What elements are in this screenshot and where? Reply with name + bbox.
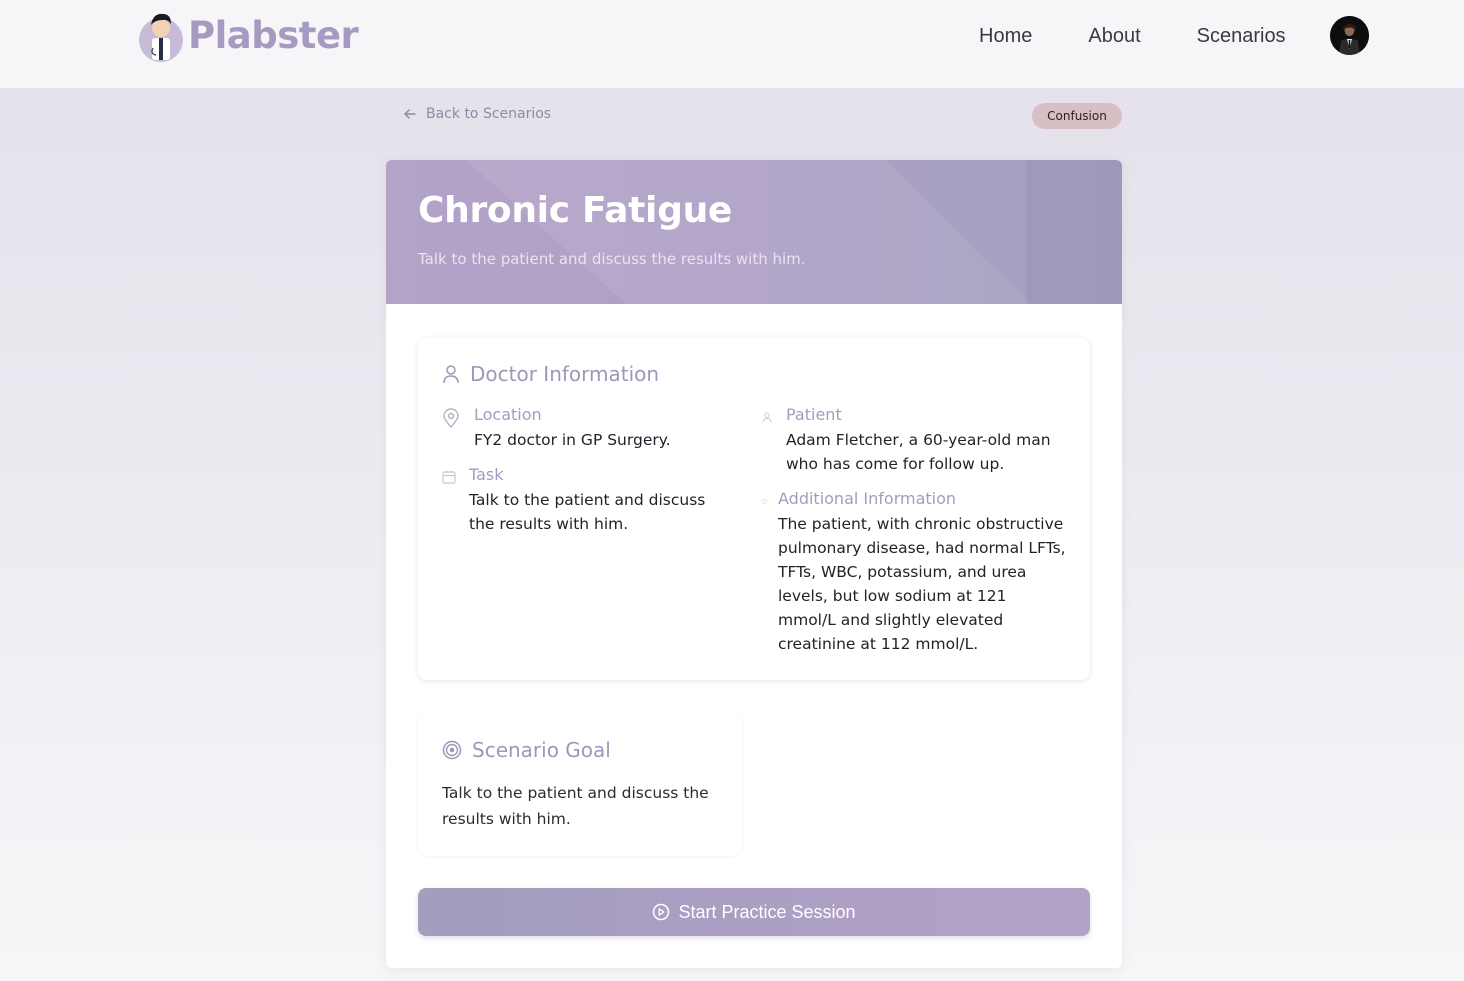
- doctor-information-heading: Doctor Information: [442, 362, 659, 386]
- patient-label: Patient: [786, 405, 842, 424]
- scenario-goal-title: Scenario Goal: [472, 738, 611, 762]
- task-label: Task: [469, 465, 504, 484]
- nav-scenarios-link[interactable]: Scenarios: [1197, 23, 1286, 49]
- doctor-mascot-icon: [138, 8, 184, 62]
- user-avatar[interactable]: [1330, 16, 1369, 55]
- back-link-label: Back to Scenarios: [426, 106, 552, 122]
- scenario-goal-heading: Scenario Goal: [442, 738, 611, 762]
- doctor-information-title: Doctor Information: [470, 362, 660, 386]
- additional-information-label: Additional Information: [778, 489, 957, 508]
- main-navigation: Home About Scenarios: [979, 23, 1326, 49]
- scenario-card: Chronic Fatigue Talk to the patient and …: [386, 160, 1122, 968]
- scenario-goal-text: Talk to the patient and discuss the resu…: [442, 784, 709, 828]
- patient-icon: [762, 412, 772, 423]
- play-circle-icon: [653, 903, 670, 921]
- start-practice-session-button[interactable]: Start Practice Session: [418, 888, 1090, 936]
- target-icon: [442, 740, 462, 760]
- location-field: Location FY2 doctor in GP Surgery.: [474, 404, 734, 452]
- patient-field: Patient Adam Fletcher, a 60-year-old man…: [786, 404, 1076, 476]
- category-badge: Confusion: [1032, 103, 1122, 129]
- task-field: Task Talk to the patient and discuss the…: [469, 464, 729, 536]
- nav-home-link[interactable]: Home: [979, 23, 1032, 49]
- scenario-subtitle: Talk to the patient and discuss the resu…: [418, 250, 806, 268]
- nav-about-link[interactable]: About: [1088, 23, 1140, 49]
- brand-logo[interactable]: Plabster: [138, 8, 359, 62]
- map-pin-icon: [443, 408, 459, 428]
- task-value: Talk to the patient and discuss the resu…: [469, 491, 706, 533]
- scenario-header: Chronic Fatigue Talk to the patient and …: [386, 160, 1122, 304]
- location-value: FY2 doctor in GP Surgery.: [474, 431, 671, 449]
- additional-information-field: Additional Information The patient, with…: [778, 488, 1068, 656]
- user-icon: [443, 365, 459, 384]
- brand-name: Plabster: [188, 13, 359, 57]
- scenario-goal-panel: Scenario Goal Talk to the patient and di…: [418, 714, 742, 856]
- additional-information-value: The patient, with chronic obstructive pu…: [778, 515, 1066, 653]
- info-icon: [762, 499, 767, 504]
- doctor-information-panel: Doctor Information Location FY2 doctor i…: [418, 338, 1090, 680]
- back-to-scenarios-link[interactable]: Back to Scenarios: [403, 106, 551, 122]
- calendar-icon: [442, 471, 456, 484]
- top-navigation-bar: Plabster Home About Scenarios: [0, 0, 1464, 88]
- arrow-left-icon: [404, 109, 416, 119]
- scenario-title: Chronic Fatigue: [418, 190, 733, 231]
- location-label: Location: [474, 405, 542, 424]
- patient-value: Adam Fletcher, a 60-year-old man who has…: [786, 431, 1051, 473]
- start-button-label: Start Practice Session: [678, 901, 856, 922]
